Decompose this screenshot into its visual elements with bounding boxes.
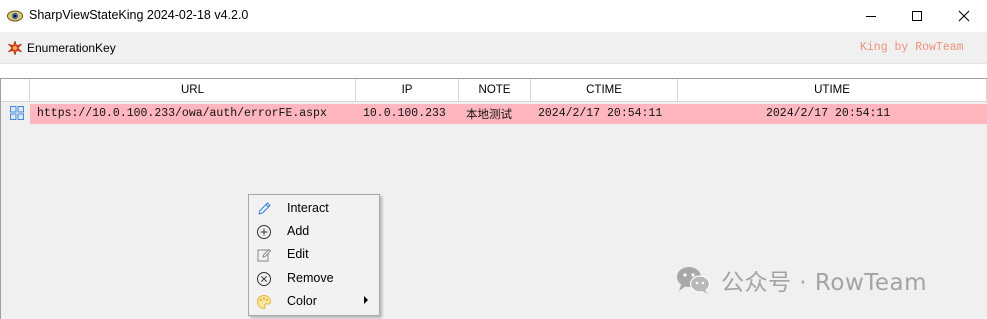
cell-url[interactable]: https://10.0.100.233/owa/auth/errorFE.as… [37, 107, 327, 120]
menu-item-remove[interactable]: Remove [250, 267, 378, 290]
palette-icon [256, 294, 272, 310]
close-icon [958, 10, 970, 22]
submenu-arrow-icon [364, 296, 368, 304]
menu-item-color-label: Color [287, 294, 317, 308]
cell-ip[interactable]: 10.0.100.233 [363, 107, 446, 120]
title-bar: SharpViewStateKing 2024-02-18 v4.2.0 [0, 0, 987, 32]
star-burst-icon [8, 41, 22, 55]
window-title: SharpViewStateKing 2024-02-18 v4.2.0 [29, 8, 249, 22]
brand-label: King by RowTeam [860, 41, 964, 54]
menu-item-remove-label: Remove [287, 271, 334, 285]
toolbar: EnumerationKey [0, 32, 987, 64]
close-button[interactable] [941, 0, 987, 32]
menu-item-color[interactable]: Color [250, 290, 378, 313]
maximize-button[interactable] [894, 0, 940, 32]
context-menu: Interact Add Edit Remove Color [248, 194, 380, 316]
column-header-corner [1, 79, 30, 102]
wechat-icon [677, 267, 711, 294]
table-row[interactable]: https://10.0.100.233/owa/auth/errorFE.as… [1, 103, 987, 125]
watermark: 公众号 · RowTeam [675, 262, 927, 298]
column-header-utime[interactable]: UTIME [678, 79, 987, 102]
x-circle-icon [257, 272, 271, 286]
grid-item-icon [10, 106, 24, 120]
menu-item-interact[interactable]: Interact [250, 197, 378, 220]
menu-item-interact-label: Interact [287, 201, 329, 215]
maximize-icon [912, 11, 922, 21]
watermark-text: 公众号 · RowTeam [721, 270, 928, 296]
menu-item-edit[interactable]: Edit [250, 243, 378, 266]
cell-utime[interactable]: 2024/2/17 20:54:11 [766, 107, 890, 120]
cell-note[interactable]: 本地测试 [466, 106, 512, 122]
column-header-note[interactable]: NOTE [459, 79, 531, 102]
eye-icon [7, 10, 23, 22]
menu-item-edit-label: Edit [287, 247, 309, 261]
plus-circle-icon [257, 225, 271, 239]
minimize-button[interactable] [848, 0, 894, 32]
enumeration-key-label: EnumerationKey [27, 41, 116, 55]
column-header-ctime[interactable]: CTIME [531, 79, 678, 102]
column-header-ip[interactable]: IP [356, 79, 459, 102]
minimize-icon [866, 16, 876, 17]
menu-item-add[interactable]: Add [250, 220, 378, 243]
edit-icon [257, 248, 272, 262]
column-header-url[interactable]: URL [30, 79, 356, 102]
menu-item-add-label: Add [287, 224, 310, 238]
cell-ctime[interactable]: 2024/2/17 20:54:11 [538, 107, 662, 120]
pencil-icon [258, 202, 271, 215]
enumeration-key-button[interactable]: EnumerationKey [8, 38, 116, 58]
